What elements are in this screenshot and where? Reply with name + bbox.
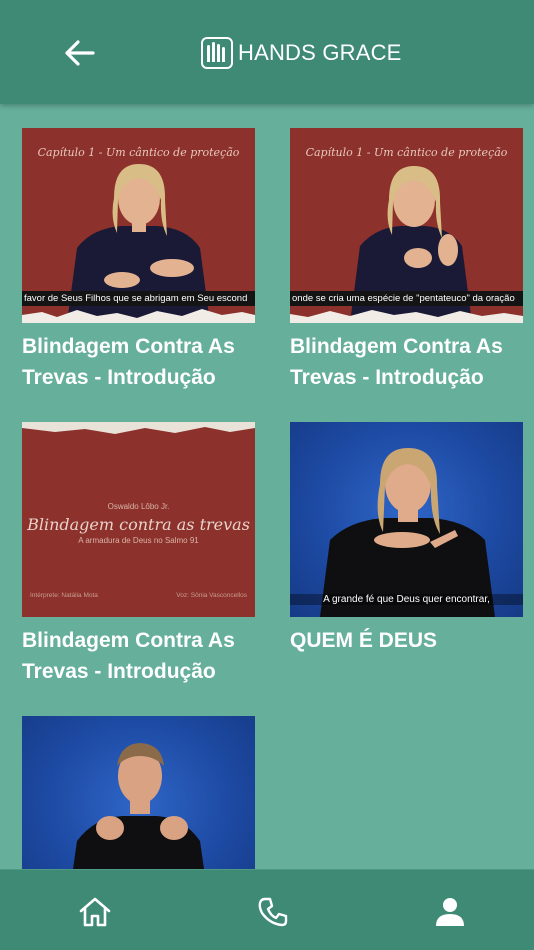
video-thumbnail[interactable]: Capítulo 1 - Um cântico de proteção onde… <box>290 128 523 323</box>
video-title[interactable]: QUEM É DEUS <box>290 625 523 656</box>
subtitle-caption: onde se cria uma espécie de "pentateuco"… <box>290 291 523 306</box>
torn-paper-edge <box>22 422 255 434</box>
thumbnail-author: Oswaldo Lôbo Jr. <box>107 502 170 511</box>
interpreter-credit: Intérprete: Natália Mota <box>30 592 98 599</box>
home-icon <box>79 897 111 927</box>
video-grid: Capítulo 1 - Um cântico de proteção favo… <box>0 104 534 869</box>
thumbnail-title-block: Oswaldo Lôbo Jr. Blindagem contra as tre… <box>22 502 255 545</box>
video-thumbnail[interactable]: Capítulo 1 - Um cântico de proteção favo… <box>22 128 255 323</box>
video-card[interactable]: A grande fé que Deus quer encontrar, QUE… <box>290 422 523 656</box>
profile-button[interactable] <box>430 892 470 932</box>
video-title[interactable]: Blindagem Contra As Trevas - Introdução <box>290 331 523 393</box>
brand: HANDS GRACE <box>201 36 402 70</box>
user-icon <box>436 898 464 926</box>
video-card[interactable]: Oswaldo Lôbo Jr. Blindagem contra as tre… <box>22 422 255 687</box>
brand-name: HANDS GRACE <box>238 40 402 65</box>
home-button[interactable] <box>75 892 115 932</box>
phone-button[interactable] <box>253 892 293 932</box>
phone-icon <box>258 897 288 927</box>
raised-hands-logo <box>201 37 233 69</box>
arrow-left-icon <box>65 40 95 66</box>
video-card[interactable]: Capítulo 1 - Um cântico de proteção favo… <box>22 128 255 393</box>
subtitle-caption: favor de Seus Filhos que se abrigam em S… <box>22 291 255 306</box>
thumbnail-credits: Intérprete: Natália Mota Voz: Sônia Vasc… <box>30 592 247 599</box>
voice-credit: Voz: Sônia Vasconcellos <box>176 592 247 599</box>
thumbnail-heading: Blindagem contra as trevas <box>27 515 250 534</box>
torn-paper-edge <box>22 309 255 323</box>
torn-paper-edge <box>290 310 523 323</box>
video-card[interactable] <box>22 716 255 869</box>
video-card[interactable]: Capítulo 1 - Um cântico de proteção onde… <box>290 128 523 393</box>
app-bar: HANDS GRACE <box>0 0 534 104</box>
bottom-navigation <box>0 869 534 950</box>
interpreter-figure <box>73 743 204 869</box>
subtitle-caption: A grande fé que Deus quer encontrar, <box>290 594 523 605</box>
video-title[interactable]: Blindagem Contra As Trevas - Introdução <box>22 625 255 687</box>
video-thumbnail[interactable]: Oswaldo Lôbo Jr. Blindagem contra as tre… <box>22 422 255 617</box>
video-thumbnail[interactable] <box>22 716 255 869</box>
video-title[interactable]: Blindagem Contra As Trevas - Introdução <box>22 331 255 393</box>
back-button[interactable] <box>60 33 100 73</box>
video-thumbnail[interactable]: A grande fé que Deus quer encontrar, <box>290 422 523 617</box>
thumbnail-subheading: A armadura de Deus no Salmo 91 <box>78 536 199 545</box>
interpreter-figure <box>320 448 495 617</box>
